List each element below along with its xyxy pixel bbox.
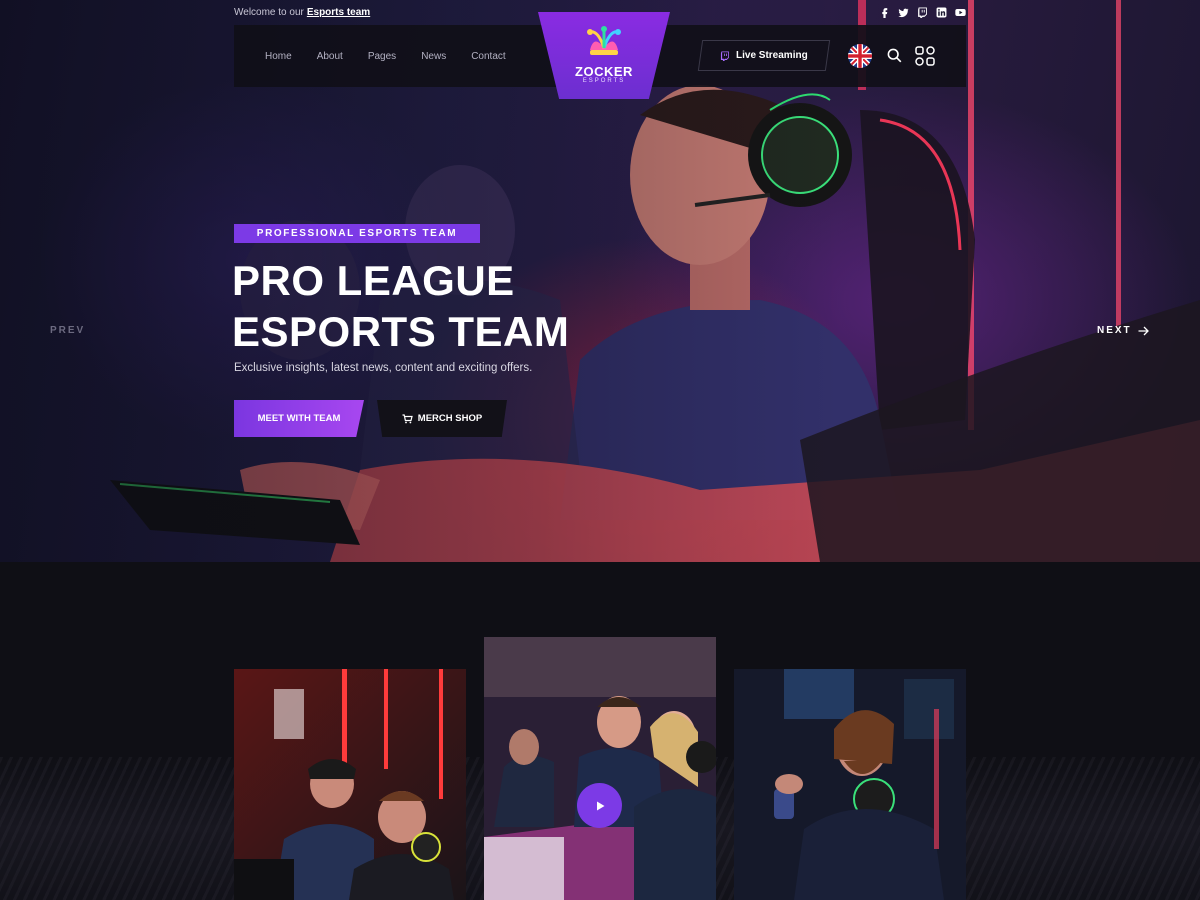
slider-next-button[interactable]: NEXT xyxy=(1097,325,1149,336)
hero-headline-line1: PRO LEAGUE xyxy=(232,257,515,304)
nav-item-pages[interactable]: Pages xyxy=(368,51,396,62)
nav-item-news[interactable]: News xyxy=(421,51,446,62)
live-streaming-label: Live Streaming xyxy=(736,50,808,61)
hero-subtitle: Exclusive insights, latest news, content… xyxy=(234,362,533,374)
nav-item-home[interactable]: Home xyxy=(265,51,292,62)
main-nav: Home About Pages News Contact ZOCKER ESP… xyxy=(234,12,966,99)
play-icon xyxy=(596,801,604,810)
welcome-text: Welcome to our Esports team xyxy=(234,7,370,18)
slider-next-label: NEXT xyxy=(1097,325,1132,336)
gallery-card-1[interactable] xyxy=(234,669,466,900)
language-uk-flag-icon[interactable] xyxy=(848,44,872,68)
gallery-image-1 xyxy=(234,669,466,900)
meet-with-team-label: MEET WITH TEAM xyxy=(257,413,341,424)
gallery-image-2 xyxy=(484,637,716,900)
social-links xyxy=(879,7,966,18)
arrow-right-icon xyxy=(1138,326,1149,335)
site-logo[interactable]: ZOCKER ESPORTS xyxy=(538,12,670,99)
merch-shop-label: MERCH SHOP xyxy=(417,413,483,424)
logo-name: ZOCKER xyxy=(575,64,633,79)
twitch-icon[interactable] xyxy=(917,7,928,18)
logo-tagline: ESPORTS xyxy=(582,78,626,84)
hero-headline-line2: ESPORTS TEAM xyxy=(232,308,570,355)
twitter-icon[interactable] xyxy=(898,7,909,18)
menu-grid-icon[interactable] xyxy=(915,46,935,66)
youtube-icon[interactable] xyxy=(955,7,966,18)
linkedin-icon[interactable] xyxy=(936,7,947,18)
facebook-icon[interactable] xyxy=(879,7,890,18)
slider-prev-button[interactable]: PREV xyxy=(50,325,85,336)
nav-item-contact[interactable]: Contact xyxy=(471,51,505,62)
twitch-icon xyxy=(721,51,730,61)
hero-badge: PROFESSIONAL ESPORTS TEAM xyxy=(234,224,480,243)
nav-menu: Home About Pages News Contact xyxy=(265,25,531,87)
nav-item-about[interactable]: About xyxy=(317,51,343,62)
meet-with-team-button[interactable]: MEET WITH TEAM xyxy=(234,400,364,437)
search-icon[interactable] xyxy=(887,48,902,63)
play-video-button[interactable] xyxy=(577,783,622,828)
merch-shop-button[interactable]: MERCH SHOP xyxy=(377,400,507,437)
cart-icon xyxy=(402,413,413,423)
welcome-link[interactable]: Esports team xyxy=(307,7,370,18)
hero-slider: Welcome to our Esports team Home About Pa… xyxy=(0,0,1200,562)
hero-headline: PRO LEAGUE ESPORTS TEAM xyxy=(232,255,569,357)
live-streaming-button[interactable]: Live Streaming xyxy=(697,40,831,71)
team-gallery-section xyxy=(0,562,1200,900)
gallery-image-3 xyxy=(734,669,966,900)
jester-hat-icon xyxy=(587,26,621,55)
gallery-card-2[interactable] xyxy=(484,637,716,900)
welcome-prefix: Welcome to our xyxy=(234,7,304,18)
gallery-card-3[interactable] xyxy=(734,669,966,900)
